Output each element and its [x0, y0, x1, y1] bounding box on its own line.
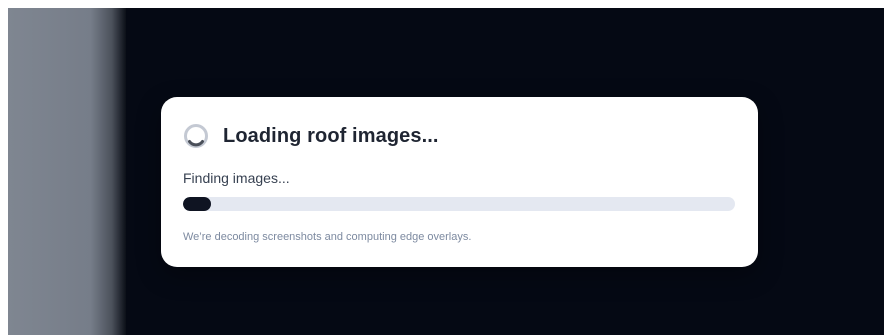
loading-status: Finding images...	[183, 170, 290, 186]
loading-title: Loading roof images...	[223, 124, 439, 147]
loading-hint: We’re decoding screenshots and computing…	[183, 231, 472, 243]
spinner-icon	[183, 123, 209, 149]
app-backdrop: Loading roof images... Finding images...…	[8, 8, 884, 335]
progress-bar	[183, 197, 735, 211]
loading-dialog: Loading roof images... Finding images...…	[161, 97, 758, 267]
sidebar-edge	[8, 8, 126, 335]
progress-bar-fill	[183, 197, 211, 211]
loading-header: Loading roof images...	[183, 123, 439, 149]
